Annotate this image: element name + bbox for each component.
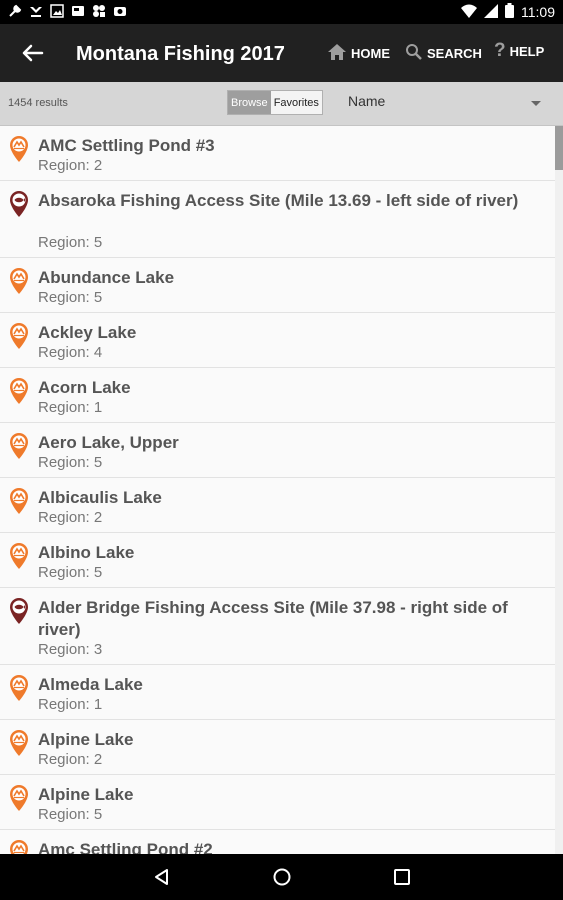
lake-pin-icon <box>8 487 30 515</box>
result-name: Albicaulis Lake <box>38 488 162 507</box>
result-region: Region: 5 <box>38 806 103 823</box>
result-name: Alpine Lake <box>38 730 134 749</box>
app-title: Montana Fishing 2017 <box>76 43 285 65</box>
result-region: Region: 2 <box>38 751 103 768</box>
lake-pin-icon <box>8 267 30 295</box>
list-item[interactable]: Aero Lake, Upper Region: 5 <box>0 423 555 478</box>
view-segmented-control: Browse Favorites <box>227 90 323 115</box>
back-arrow-icon[interactable] <box>20 41 48 65</box>
sort-dropdown[interactable]: Name <box>348 93 385 109</box>
lake-pin-icon <box>8 542 30 570</box>
photo-icon <box>113 4 127 18</box>
result-name: Amc Settling Pond #2 <box>38 840 213 854</box>
clock-time: 11:09 <box>521 4 555 20</box>
search-button[interactable]: SEARCH <box>405 43 482 64</box>
results-list[interactable]: AMC Settling Pond #3 Region: 2 Absaroka Fi… <box>0 126 555 854</box>
list-item[interactable]: Albino Lake Region: 5 <box>0 533 555 588</box>
result-name: Alpine Lake <box>38 785 134 804</box>
result-region: Region: 1 <box>38 399 103 416</box>
result-name: Albino Lake <box>38 543 135 562</box>
wrench-icon <box>8 4 22 18</box>
help-label: HELP <box>509 43 545 59</box>
result-name: AMC Settling Pond #3 <box>38 136 215 155</box>
lake-pin-icon <box>8 729 30 757</box>
search-label: SEARCH <box>427 46 482 61</box>
help-icon: ? <box>494 40 506 61</box>
nav-home-icon[interactable] <box>272 867 292 892</box>
result-count: 1454 results <box>8 97 68 109</box>
lake-pin-icon <box>8 377 30 405</box>
nav-back-icon[interactable] <box>152 867 172 892</box>
list-item[interactable]: Absaroka Fishing Access Site (Mile 13.69… <box>0 181 555 258</box>
navigation-bar <box>0 854 563 900</box>
nav-recents-icon[interactable] <box>392 867 412 892</box>
result-name: Almeda Lake <box>38 675 143 694</box>
lake-pin-icon <box>8 674 30 702</box>
result-name: Aero Lake, Upper <box>38 433 179 452</box>
result-name: Absaroka Fishing Access Site (Mile 13.69… <box>38 191 519 210</box>
list-item[interactable]: Ackley Lake Region: 4 <box>0 313 555 368</box>
favorites-tab[interactable]: Favorites <box>270 91 322 114</box>
result-region: Region: 3 <box>38 641 103 658</box>
result-name: Alder Bridge Fishing Access Site (Mile 3… <box>38 598 508 639</box>
list-item[interactable]: Acorn Lake Region: 1 <box>0 368 555 423</box>
browse-tab[interactable]: Browse <box>228 91 271 114</box>
home-label: HOME <box>351 46 390 61</box>
result-region: Region: 2 <box>38 157 103 174</box>
filter-bar: 1454 results Browse Favorites Name <box>0 82 563 126</box>
result-region: Region: 1 <box>38 696 103 713</box>
result-region: Region: 5 <box>38 454 103 471</box>
dropdown-arrow-icon[interactable] <box>531 101 541 106</box>
result-region: Region: 2 <box>38 509 103 526</box>
app-bar: Montana Fishing 2017 HOME SEARCH ? HELP <box>0 24 563 82</box>
download-icon <box>29 4 43 18</box>
list-item[interactable]: Amc Settling Pond #2Region: 2 <box>0 830 555 854</box>
list-item[interactable]: Albicaulis Lake Region: 2 <box>0 478 555 533</box>
gallery-icon <box>92 4 106 18</box>
result-name: Acorn Lake <box>38 378 131 397</box>
result-region: Region: 5 <box>38 564 103 581</box>
lake-pin-icon <box>8 135 30 163</box>
lake-pin-icon <box>8 322 30 350</box>
result-region: Region: 5 <box>38 234 103 251</box>
lake-pin-icon <box>8 432 30 460</box>
fishing-access-pin-icon <box>8 597 30 625</box>
status-bar: 11:09 <box>0 0 563 24</box>
home-icon <box>327 43 347 64</box>
list-item[interactable]: Almeda Lake Region: 1 <box>0 665 555 720</box>
lake-pin-icon <box>8 784 30 812</box>
search-icon <box>405 43 423 64</box>
scrollbar-thumb[interactable] <box>555 126 563 170</box>
home-button[interactable]: HOME <box>327 43 390 64</box>
scrollbar-track <box>555 126 563 854</box>
list-item[interactable]: Alder Bridge Fishing Access Site (Mile 3… <box>0 588 555 665</box>
list-item[interactable]: Abundance Lake Region: 5 <box>0 258 555 313</box>
fishing-access-pin-icon <box>8 190 30 218</box>
wifi-icon <box>461 4 477 21</box>
image-icon <box>50 4 64 18</box>
list-item[interactable]: AMC Settling Pond #3 Region: 2 <box>0 126 555 181</box>
battery-icon <box>505 3 514 21</box>
signal-icon <box>484 3 498 21</box>
help-button[interactable]: ? HELP <box>494 40 545 61</box>
list-item[interactable]: Alpine Lake Region: 2 <box>0 720 555 775</box>
result-region: Region: 4 <box>38 344 103 361</box>
result-name: Ackley Lake <box>38 323 137 342</box>
cast-icon <box>71 4 85 18</box>
result-region: Region: 5 <box>38 289 103 306</box>
result-name: Abundance Lake <box>38 268 175 287</box>
list-item[interactable]: Alpine Lake Region: 5 <box>0 775 555 830</box>
lake-pin-icon <box>8 839 30 854</box>
